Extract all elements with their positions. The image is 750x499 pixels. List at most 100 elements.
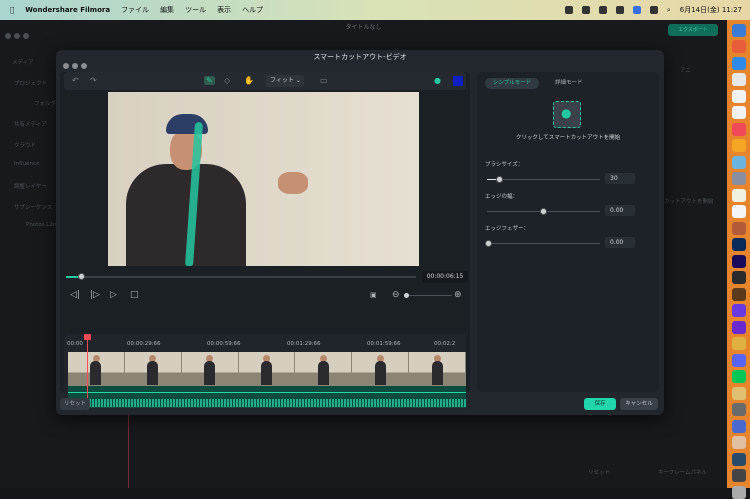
reset-button-bg[interactable]: リセット — [588, 468, 610, 476]
sidebar-item[interactable]: 共有メディア — [14, 120, 47, 128]
menu-help[interactable]: ヘルプ — [242, 5, 263, 15]
dock-app-icon[interactable] — [731, 436, 746, 449]
stop-icon[interactable]: □ — [130, 290, 139, 300]
status-area: ⌕ 6月14日(金) 11:27 — [564, 0, 742, 20]
tab-simple-mode[interactable]: シンプルモード — [485, 78, 539, 89]
dock-app-icon[interactable] — [731, 485, 746, 499]
ruler-label: 00:00:29:66 — [127, 341, 161, 347]
dock-app-icon[interactable] — [731, 40, 746, 53]
apple-icon[interactable]:  — [10, 6, 14, 14]
keyframe-panel-button[interactable]: キーフレームパネル — [658, 468, 707, 476]
input-icon[interactable] — [632, 6, 641, 14]
dock-app-icon[interactable] — [731, 205, 746, 218]
dock-app-icon[interactable] — [731, 386, 746, 400]
person-icon[interactable]: ● — [434, 76, 441, 85]
dock-app-icon[interactable] — [731, 304, 746, 317]
next-frame-icon[interactable]: |▷ — [90, 290, 100, 300]
volume-icon[interactable] — [615, 6, 624, 14]
media-tab[interactable]: メディア — [12, 58, 34, 66]
app-menu[interactable]: Wondershare Filmora — [25, 6, 110, 14]
sidebar-item[interactable]: プロジェクト — [14, 79, 47, 87]
status-icon[interactable] — [581, 6, 590, 14]
dock-app-icon[interactable] — [731, 188, 746, 202]
battery-icon[interactable] — [598, 6, 607, 14]
dock-app-icon[interactable] — [731, 221, 746, 235]
edge-feather-value[interactable]: 0.00 — [605, 237, 635, 248]
sidebar-item[interactable]: 調整レイヤー — [14, 182, 47, 190]
dock-app-icon[interactable] — [731, 469, 746, 482]
tab-animation[interactable]: アニ — [680, 66, 691, 74]
save-button[interactable]: 保存 — [584, 398, 616, 410]
seek-knob[interactable] — [78, 273, 85, 280]
sidebar-item[interactable]: Influence — [14, 161, 39, 167]
playhead-handle[interactable] — [84, 334, 91, 340]
brush-size-slider[interactable] — [487, 176, 600, 183]
search-icon[interactable]: ⌕ — [667, 6, 671, 15]
cancel-button[interactable]: キャンセル — [620, 398, 658, 410]
dock-app-icon[interactable] — [731, 172, 746, 185]
menu-tools[interactable]: ツール — [185, 5, 206, 15]
dock-app-icon[interactable] — [731, 139, 746, 152]
dock-app-icon[interactable] — [731, 452, 746, 466]
play-icon[interactable]: ▷ — [110, 290, 117, 300]
tab-advanced-mode[interactable]: 詳細モード — [555, 78, 583, 89]
redo-icon[interactable]: ↷ — [90, 76, 97, 85]
edge-width-label: エッジの幅： — [485, 194, 519, 200]
edge-width-slider[interactable] — [487, 208, 600, 215]
wifi-icon[interactable] — [649, 6, 658, 14]
compare-icon[interactable]: ▭ — [320, 76, 328, 85]
dock-app-icon[interactable] — [731, 353, 746, 367]
dock-app-icon[interactable] — [731, 73, 746, 86]
edge-feather-slider[interactable] — [485, 240, 600, 247]
zoom-fit-dropdown[interactable]: フィット ⌄ — [266, 75, 304, 87]
overlay-color-swatch[interactable] — [453, 76, 463, 86]
thumbnail — [295, 352, 353, 386]
dock-app-icon[interactable] — [731, 56, 746, 70]
sidebar-item[interactable]: クラウド — [14, 141, 36, 149]
video-track[interactable] — [68, 352, 466, 386]
dock-app-icon[interactable] — [731, 23, 746, 37]
dock-app-icon[interactable] — [731, 122, 746, 136]
dock-app-icon[interactable] — [731, 254, 746, 268]
zoom-slider[interactable] — [404, 293, 452, 298]
audio-track[interactable] — [68, 386, 466, 408]
status-icon[interactable] — [564, 6, 573, 14]
dock-app-icon[interactable] — [731, 337, 746, 350]
zoom-out-icon[interactable]: ⊖ — [392, 290, 400, 300]
subtitle-icon[interactable]: ▣ — [370, 291, 377, 299]
start-cutout-button[interactable]: ● — [553, 101, 581, 128]
zoom-in-icon[interactable]: ⊕ — [454, 290, 462, 300]
sidebar-item[interactable]: フォルダ — [34, 99, 56, 107]
person-icon: ● — [561, 106, 572, 120]
undo-icon[interactable]: ↶ — [72, 76, 79, 85]
prev-frame-icon[interactable]: ◁| — [70, 290, 80, 300]
dock-app-icon[interactable] — [731, 89, 746, 103]
dock-app-icon[interactable] — [731, 106, 746, 119]
edge-width-value[interactable]: 0.00 — [605, 205, 635, 216]
menu-file[interactable]: ファイル — [121, 5, 149, 15]
dock-app-icon[interactable] — [731, 370, 746, 383]
dock-app-icon[interactable] — [731, 238, 746, 251]
dock-app-icon[interactable] — [731, 403, 746, 416]
export-button[interactable]: エクスポート — [668, 24, 718, 36]
menu-view[interactable]: 表示 — [217, 5, 231, 15]
dock-app-icon[interactable] — [731, 419, 746, 433]
dock-app-icon[interactable] — [731, 287, 746, 301]
dock-app-icon[interactable] — [731, 155, 746, 169]
reset-button[interactable]: リセット — [60, 398, 90, 410]
dock-app-icon[interactable] — [731, 271, 746, 284]
brush-size-value[interactable]: 30 — [605, 173, 635, 184]
dock-app-icon[interactable] — [731, 320, 746, 334]
hand-icon[interactable]: ✋ — [244, 76, 254, 85]
eraser-icon[interactable]: ◇ — [224, 76, 230, 85]
ruler-label: 00:00:59:66 — [207, 341, 241, 347]
timeline[interactable]: 00:00 00:00:29:66 00:00:59:66 00:01:29:6… — [64, 334, 466, 410]
sidebar-item[interactable]: サブシーケンス — [14, 203, 52, 211]
seek-slider[interactable] — [66, 273, 416, 280]
dock — [727, 20, 750, 499]
video-preview[interactable] — [108, 92, 419, 266]
fit-label: フィット — [270, 77, 294, 84]
menu-edit[interactable]: 編集 — [160, 5, 174, 15]
brush-icon[interactable]: ✎ — [204, 76, 215, 85]
edge-feather-label: エッジフェザー： — [485, 226, 530, 232]
